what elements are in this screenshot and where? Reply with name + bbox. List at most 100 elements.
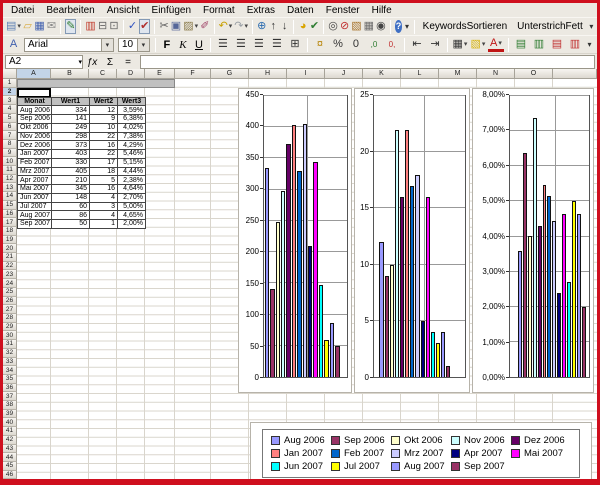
font-name-combobox[interactable]: Arial ▾ [24, 38, 114, 52]
table-cell[interactable]: 16 [90, 185, 118, 194]
currency-format-icon[interactable]: ¤ [312, 37, 328, 52]
row-header-38[interactable]: 38 [3, 401, 17, 410]
column-header-F[interactable]: F [175, 69, 211, 79]
align-left-icon[interactable]: ☰ [215, 37, 231, 52]
page-preview-icon[interactable]: ⊡ [109, 19, 118, 34]
custom-button-unterstrichfett[interactable]: UnterstrichFett [512, 21, 588, 32]
chart-wert3[interactable]: 0,00%1,00%2,00%3,00%4,00%5,00%6,00%7,00%… [472, 88, 594, 393]
table-cell[interactable]: 4,65% [118, 211, 146, 220]
export-pdf-icon[interactable]: ▥ [85, 19, 95, 34]
table-cell[interactable]: 6,38% [118, 115, 146, 124]
table-cell[interactable]: Mai 2007 [18, 185, 52, 194]
table-cell[interactable]: 249 [52, 123, 90, 132]
menu-daten[interactable]: Daten [281, 5, 320, 16]
table-cell[interactable]: Jun 2007 [18, 193, 52, 202]
borders-icon[interactable]: ▦▾ [452, 37, 468, 52]
save-icon[interactable]: ▦ [34, 19, 44, 34]
dropdown-arrow-icon[interactable]: ▾ [78, 56, 82, 68]
table-header-cell[interactable]: Wert1 [52, 97, 90, 106]
menu-bearbeiten[interactable]: Bearbeiten [40, 5, 100, 16]
row-header-22[interactable]: 22 [3, 262, 17, 271]
toolbar-options-icon[interactable]: ▾ [404, 19, 409, 34]
table-cell[interactable]: Aug 2006 [18, 106, 52, 115]
character-styles-icon[interactable]: A [6, 37, 21, 52]
underline-button[interactable]: U [192, 37, 206, 52]
row-header-37[interactable]: 37 [3, 392, 17, 401]
table-cell[interactable]: Sep 2006 [18, 115, 52, 124]
cell-reference-box[interactable]: A2 ▾ [5, 55, 83, 69]
table-cell[interactable]: Nov 2006 [18, 132, 52, 141]
font-size-combobox[interactable]: 10 ▾ [118, 38, 150, 52]
spellcheck-icon[interactable]: ✓ [128, 19, 137, 34]
row-header-46[interactable]: 46 [3, 471, 17, 480]
table-cell[interactable]: 5 [90, 176, 118, 185]
column-header-K[interactable]: K [363, 69, 401, 79]
table-cell[interactable]: 5,15% [118, 158, 146, 167]
table-cell[interactable]: 405 [52, 167, 90, 176]
table-cell[interactable]: 4 [90, 211, 118, 220]
row-header-25[interactable]: 25 [3, 288, 17, 297]
table-cell[interactable]: 2,70% [118, 193, 146, 202]
table-cell[interactable]: 18 [90, 167, 118, 176]
table-cell[interactable]: 330 [52, 158, 90, 167]
table-cell[interactable]: 10 [90, 123, 118, 132]
table-cell[interactable]: 9 [90, 115, 118, 124]
menu-einfgen[interactable]: Einfügen [146, 5, 197, 16]
formatted-range-a1e1[interactable] [17, 79, 175, 88]
insert-chart-icon[interactable]: ◕ [298, 19, 307, 34]
copy-icon[interactable]: ▣ [171, 19, 181, 34]
font-color-icon[interactable]: A▾ [488, 37, 504, 52]
column-header-N[interactable]: N [477, 69, 515, 79]
formula-button[interactable]: = [120, 55, 136, 69]
row-header-31[interactable]: 31 [3, 340, 17, 349]
help-icon[interactable]: ? [395, 20, 403, 33]
table-cell[interactable]: Sep 2007 [18, 220, 52, 229]
toolbar-options-icon[interactable]: ▾ [589, 19, 594, 34]
table-cell[interactable]: 12 [90, 106, 118, 115]
align-center-icon[interactable]: ☰ [233, 37, 249, 52]
row-header-34[interactable]: 34 [3, 366, 17, 375]
table-header-cell[interactable]: Wert2 [90, 97, 118, 106]
table-cell[interactable]: 298 [52, 132, 90, 141]
column-header-J[interactable]: J [325, 69, 363, 79]
row-header-4[interactable]: 4 [3, 105, 17, 114]
table-cell[interactable]: 2,38% [118, 176, 146, 185]
new-document-icon[interactable]: ▤▾ [6, 19, 21, 34]
align-justify-icon[interactable]: ☰ [269, 37, 285, 52]
menu-datei[interactable]: Datei [5, 5, 40, 16]
table-cell[interactable]: Jul 2007 [18, 202, 52, 211]
dropdown-arrow-icon[interactable]: ▾ [137, 39, 149, 51]
row-header-42[interactable]: 42 [3, 436, 17, 445]
table-header-cell[interactable]: Wert3 [118, 97, 146, 106]
standard-format-icon[interactable]: 0 [348, 37, 364, 52]
table-cell[interactable]: 345 [52, 185, 90, 194]
row-header-24[interactable]: 24 [3, 279, 17, 288]
zoom-icon[interactable]: ◉ [376, 19, 386, 34]
sum-button[interactable]: Σ [102, 55, 118, 69]
table-cell[interactable]: Jan 2007 [18, 150, 52, 159]
row-header-9[interactable]: 9 [3, 149, 17, 158]
row-header-41[interactable]: 41 [3, 427, 17, 436]
delete-decimal-icon[interactable]: 0, [384, 37, 400, 52]
email-document-icon[interactable]: ✉ [47, 19, 56, 34]
delete-column-icon[interactable]: ▥ [567, 37, 583, 52]
row-header-27[interactable]: 27 [3, 305, 17, 314]
column-header-H[interactable]: H [249, 69, 287, 79]
column-header-A[interactable]: A [17, 69, 51, 79]
formula-input[interactable] [140, 55, 595, 69]
table-cell[interactable]: 4,64% [118, 185, 146, 194]
row-header-43[interactable]: 43 [3, 445, 17, 454]
dropdown-arrow-icon[interactable]: ▾ [498, 40, 502, 47]
insert-row-icon[interactable]: ▤ [513, 37, 529, 52]
redo-icon[interactable]: ↷▾ [234, 19, 248, 34]
table-cell[interactable]: 22 [90, 150, 118, 159]
increase-indent-icon[interactable]: ⇥ [427, 37, 443, 52]
table-cell[interactable]: 50 [52, 220, 90, 229]
table-cell[interactable]: 7,38% [118, 132, 146, 141]
row-header-21[interactable]: 21 [3, 253, 17, 262]
row-header-1[interactable]: 1 [3, 79, 17, 88]
column-header-I[interactable]: I [287, 69, 325, 79]
find-replace-icon[interactable]: ◎ [328, 19, 338, 34]
row-header-7[interactable]: 7 [3, 131, 17, 140]
column-header-D[interactable]: D [117, 69, 145, 79]
